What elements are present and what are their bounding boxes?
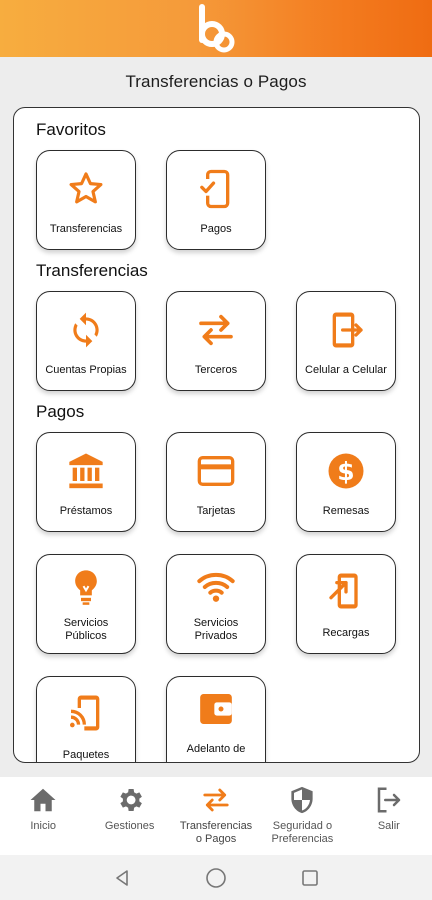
brand-logo (199, 3, 235, 52)
nav-label: Inicio (30, 820, 57, 832)
tile-label: Pagos (200, 223, 232, 235)
tile-label: Recargas (322, 627, 370, 639)
tile-adelanto[interactable]: Adelanto de (166, 676, 266, 762)
tile-paquetes[interactable]: Paquetes (36, 676, 136, 762)
tile-servicios-privados[interactable]: Servicios Privados (166, 554, 266, 654)
sync-icon (66, 310, 106, 350)
tile-fav-pagos[interactable]: Pagos (166, 150, 266, 250)
nav-label: Transferencias o Pagos (179, 820, 253, 845)
logout-icon (374, 785, 404, 815)
gear-icon (115, 785, 145, 815)
phone-exit-icon (326, 310, 366, 350)
tile-tarjetas[interactable]: Tarjetas (166, 432, 266, 532)
tile-label: Tarjetas (196, 505, 236, 517)
app-header (0, 0, 432, 57)
wallet-icon (196, 689, 236, 729)
nav-item-transferencias[interactable]: Transferencias o Pagos (173, 777, 259, 855)
back-icon[interactable] (110, 866, 134, 890)
tile-label: Servicios Públicos (63, 617, 109, 642)
nav-item-salir[interactable]: Salir (346, 777, 432, 855)
tile-celular-a-celular[interactable]: Celular a Celular (296, 291, 396, 391)
options-card: Favoritos Transferencias Pagos Transfere… (13, 107, 420, 763)
section-title-pagos: Pagos (36, 402, 85, 421)
system-nav-bar (0, 855, 432, 900)
wifi-icon (196, 567, 236, 607)
tile-label: Préstamos (59, 505, 113, 517)
tile-label: Servicios Privados (193, 617, 239, 642)
tile-label: Adelanto de (186, 743, 246, 755)
tile-terceros[interactable]: Terceros (166, 291, 266, 391)
tile-fav-transferencias[interactable]: Transferencias (36, 150, 136, 250)
credit-card-icon (196, 451, 236, 491)
tile-recargas[interactable]: Recargas (296, 554, 396, 654)
tile-servicios-publicos[interactable]: Servicios Públicos (36, 554, 136, 654)
nav-item-inicio[interactable]: Inicio (0, 777, 86, 855)
tile-remesas[interactable]: $ Remesas (296, 432, 396, 532)
nav-item-seguridad[interactable]: Seguridad o Preferencias (259, 777, 345, 855)
svg-text:$: $ (337, 457, 354, 486)
section-title-transferencias: Transferencias (36, 261, 148, 280)
tile-label: Remesas (322, 505, 370, 517)
home-icon (28, 785, 58, 815)
tile-label: Paquetes (62, 749, 110, 761)
recents-icon[interactable] (298, 866, 322, 890)
tile-label: Terceros (194, 364, 238, 376)
swap-arrows-icon (201, 785, 231, 815)
nav-label: Salir (377, 820, 400, 832)
home-circle-icon[interactable] (204, 866, 228, 890)
star-icon (66, 169, 106, 209)
page-title: Transferencias o Pagos (125, 72, 307, 91)
bank-icon (66, 451, 106, 491)
tile-label: Celular a Celular (305, 364, 387, 376)
nav-label: Seguridad o Preferencias (271, 820, 334, 845)
dollar-coin-icon: $ (326, 451, 366, 491)
tile-prestamos[interactable]: Préstamos (36, 432, 136, 532)
nav-label: Gestiones (104, 820, 155, 832)
phone-check-icon (196, 169, 236, 209)
tile-label: Cuentas Propias (45, 364, 127, 376)
nav-item-gestiones[interactable]: Gestiones (86, 777, 172, 855)
tile-cuentas-propias[interactable]: Cuentas Propias (36, 291, 136, 391)
phone-cast-icon (66, 693, 106, 733)
lightbulb-icon (66, 567, 106, 607)
shield-icon (287, 785, 317, 815)
tile-label: Transferencias (49, 223, 123, 235)
swap-arrows-icon (196, 310, 236, 350)
bottom-nav: Inicio Gestiones Transferencias o Pagos (0, 777, 432, 855)
section-title-favoritos: Favoritos (36, 120, 106, 139)
phone-arrow-icon (326, 571, 366, 611)
